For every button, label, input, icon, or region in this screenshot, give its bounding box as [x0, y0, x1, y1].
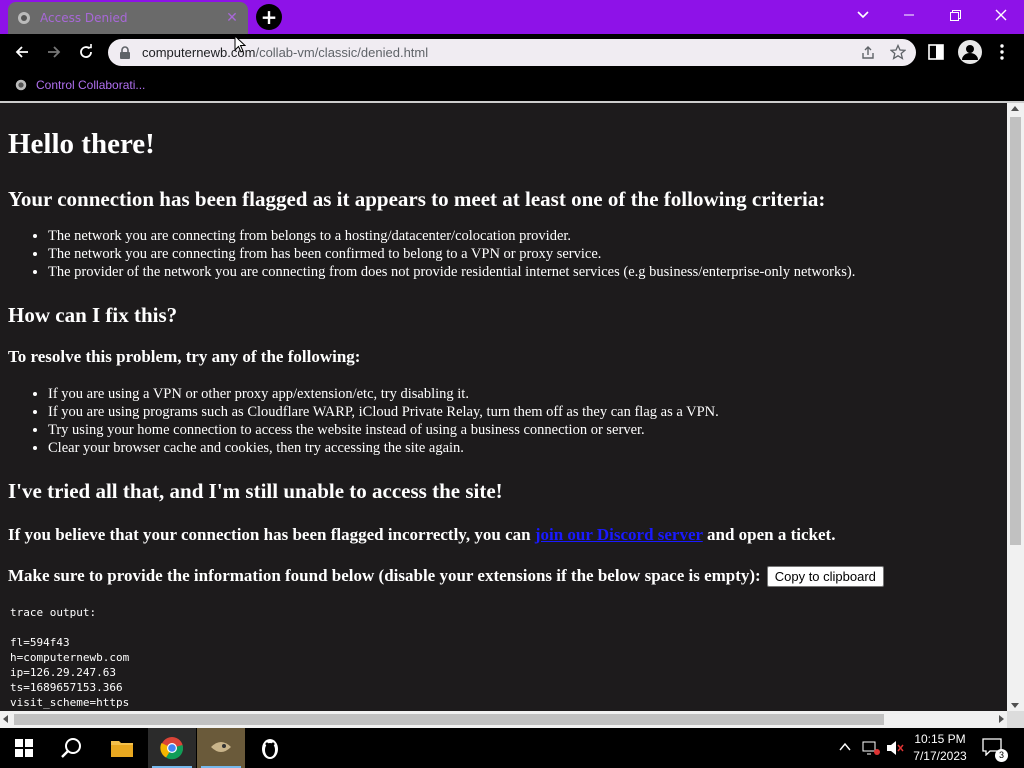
trace-line: h=computernewb.com — [10, 651, 130, 664]
list-item: Clear your browser cache and cookies, th… — [48, 439, 999, 457]
network-icon[interactable] — [862, 740, 880, 756]
list-item: If you are using a VPN or other proxy ap… — [48, 385, 999, 403]
horizontal-scrollbar[interactable] — [0, 711, 1007, 728]
tab-close-icon[interactable]: ✕ — [224, 10, 240, 26]
chrome-icon — [160, 737, 184, 760]
file-explorer-button[interactable] — [98, 728, 146, 768]
restore-icon — [949, 9, 961, 21]
notification-count-badge: 3 — [995, 749, 1008, 762]
trace-title: trace output: — [10, 606, 97, 619]
taskbar-search-button[interactable] — [48, 728, 96, 768]
chevron-down-icon — [857, 11, 869, 19]
minimize-icon — [904, 14, 914, 16]
bookmark-control-collaborative[interactable]: Control Collaborati... — [14, 78, 145, 92]
scroll-down-icon[interactable] — [1011, 703, 1019, 708]
fix-heading: How can I fix this? — [8, 303, 178, 327]
believe-prefix: If you believe that your connection has … — [8, 525, 535, 544]
scroll-up-icon[interactable] — [1011, 106, 1019, 111]
resolve-heading: To resolve this problem, try any of the … — [8, 347, 361, 366]
tab-search-button[interactable] — [840, 0, 886, 30]
app-taskbar-button[interactable] — [197, 728, 245, 768]
criteria-heading: Your connection has been flagged as it a… — [8, 187, 826, 211]
list-item: The network you are connecting from has … — [48, 245, 999, 263]
believe-suffix: and open a ticket. — [702, 525, 836, 544]
bookmarks-bar: Control Collaborati... — [0, 70, 1024, 100]
reload-icon — [80, 44, 92, 58]
vm-app-taskbar-button[interactable] — [246, 728, 294, 768]
trace-gap — [10, 620, 999, 635]
trace-output[interactable]: trace output: fl=594f43 h=computernewb.com… — [8, 605, 999, 710]
clock-date: 7/17/2023 — [913, 749, 967, 763]
kebab-menu-icon[interactable] — [996, 42, 1008, 62]
url-path: /collab-vm/classic/denied.html — [255, 45, 429, 60]
list-item: The network you are connecting from belo… — [48, 227, 999, 245]
list-item: Try using your home connection to access… — [48, 421, 999, 439]
chrome-taskbar-button[interactable] — [148, 728, 196, 768]
scroll-left-icon[interactable] — [3, 715, 8, 723]
scroll-right-icon[interactable] — [999, 715, 1004, 723]
bookmark-star-icon[interactable] — [890, 44, 906, 60]
scrollbar-thumb[interactable] — [1010, 117, 1021, 545]
criteria-list: The network you are connecting from belo… — [8, 227, 999, 281]
back-button[interactable] — [8, 38, 36, 66]
taskbar-clock[interactable]: 10:15 PM 7/17/2023 — [906, 731, 974, 765]
new-tab-button[interactable]: + — [256, 4, 282, 30]
trace-line: fl=594f43 — [10, 636, 70, 649]
volume-muted-icon[interactable] — [886, 740, 904, 756]
close-icon — [995, 9, 1007, 21]
profile-avatar-icon[interactable] — [958, 40, 982, 64]
scrollbar-corner — [1007, 711, 1024, 728]
tried-heading: I've tried all that, and I'm still unabl… — [8, 479, 503, 503]
mouse-cursor-icon — [234, 35, 246, 53]
folder-icon — [111, 741, 133, 757]
favicon-icon — [18, 12, 30, 24]
side-panel-icon[interactable] — [928, 44, 944, 60]
page-viewport: Hello there! Your connection has been fl… — [0, 103, 1007, 711]
page-heading: Hello there! — [8, 128, 155, 160]
bird-app-icon — [211, 742, 231, 752]
trace-line: visit_scheme=https — [10, 696, 130, 709]
close-window-button[interactable] — [978, 0, 1024, 30]
tray-overflow-icon[interactable] — [838, 740, 852, 754]
provide-info-text: Make sure to provide the information fou… — [8, 565, 999, 587]
scrollbar-thumb[interactable] — [14, 714, 884, 725]
arrow-left-icon — [15, 46, 28, 58]
restore-button[interactable] — [932, 0, 978, 30]
discord-link[interactable]: join our Discord server — [535, 525, 703, 544]
windows-logo-icon — [15, 739, 33, 757]
browser-tab[interactable]: Access Denied ✕ — [8, 2, 248, 34]
provide-label: Make sure to provide the information fou… — [8, 566, 761, 585]
page-content: Hello there! Your connection has been fl… — [0, 127, 1007, 710]
start-button[interactable] — [0, 728, 48, 768]
trace-line: ip=126.29.247.63 — [10, 666, 116, 679]
tab-strip: Access Denied ✕ + — [0, 0, 1024, 34]
browser-toolbar: computernewb.com/collab-vm/classic/denie… — [0, 34, 1024, 70]
search-icon — [61, 738, 81, 758]
arrow-right-icon — [48, 46, 61, 58]
favicon-icon — [15, 79, 27, 91]
lock-icon[interactable] — [118, 45, 132, 60]
list-item: The provider of the network you are conn… — [48, 263, 999, 281]
vertical-scrollbar[interactable] — [1007, 103, 1024, 711]
copy-to-clipboard-button[interactable]: Copy to clipboard — [766, 565, 884, 587]
list-item: If you are using programs such as Cloudf… — [48, 403, 999, 421]
flagged-incorrectly-text: If you believe that your connection has … — [8, 525, 999, 545]
minimize-button[interactable] — [886, 0, 932, 30]
bookmark-label: Control Collaborati... — [36, 78, 146, 92]
penguin-icon — [262, 739, 278, 759]
trace-line: ts=1689657153.366 — [10, 681, 123, 694]
reload-button[interactable] — [72, 38, 100, 66]
share-icon[interactable] — [860, 45, 876, 61]
clock-time: 10:15 PM — [914, 732, 966, 746]
taskbar: 10:15 PM 7/17/2023 3 — [0, 728, 1024, 768]
tab-title: Access Denied — [40, 11, 128, 25]
address-bar[interactable]: computernewb.com/collab-vm/classic/denie… — [108, 39, 916, 66]
steps-list: If you are using a VPN or other proxy ap… — [8, 385, 999, 457]
forward-button[interactable] — [40, 38, 68, 66]
